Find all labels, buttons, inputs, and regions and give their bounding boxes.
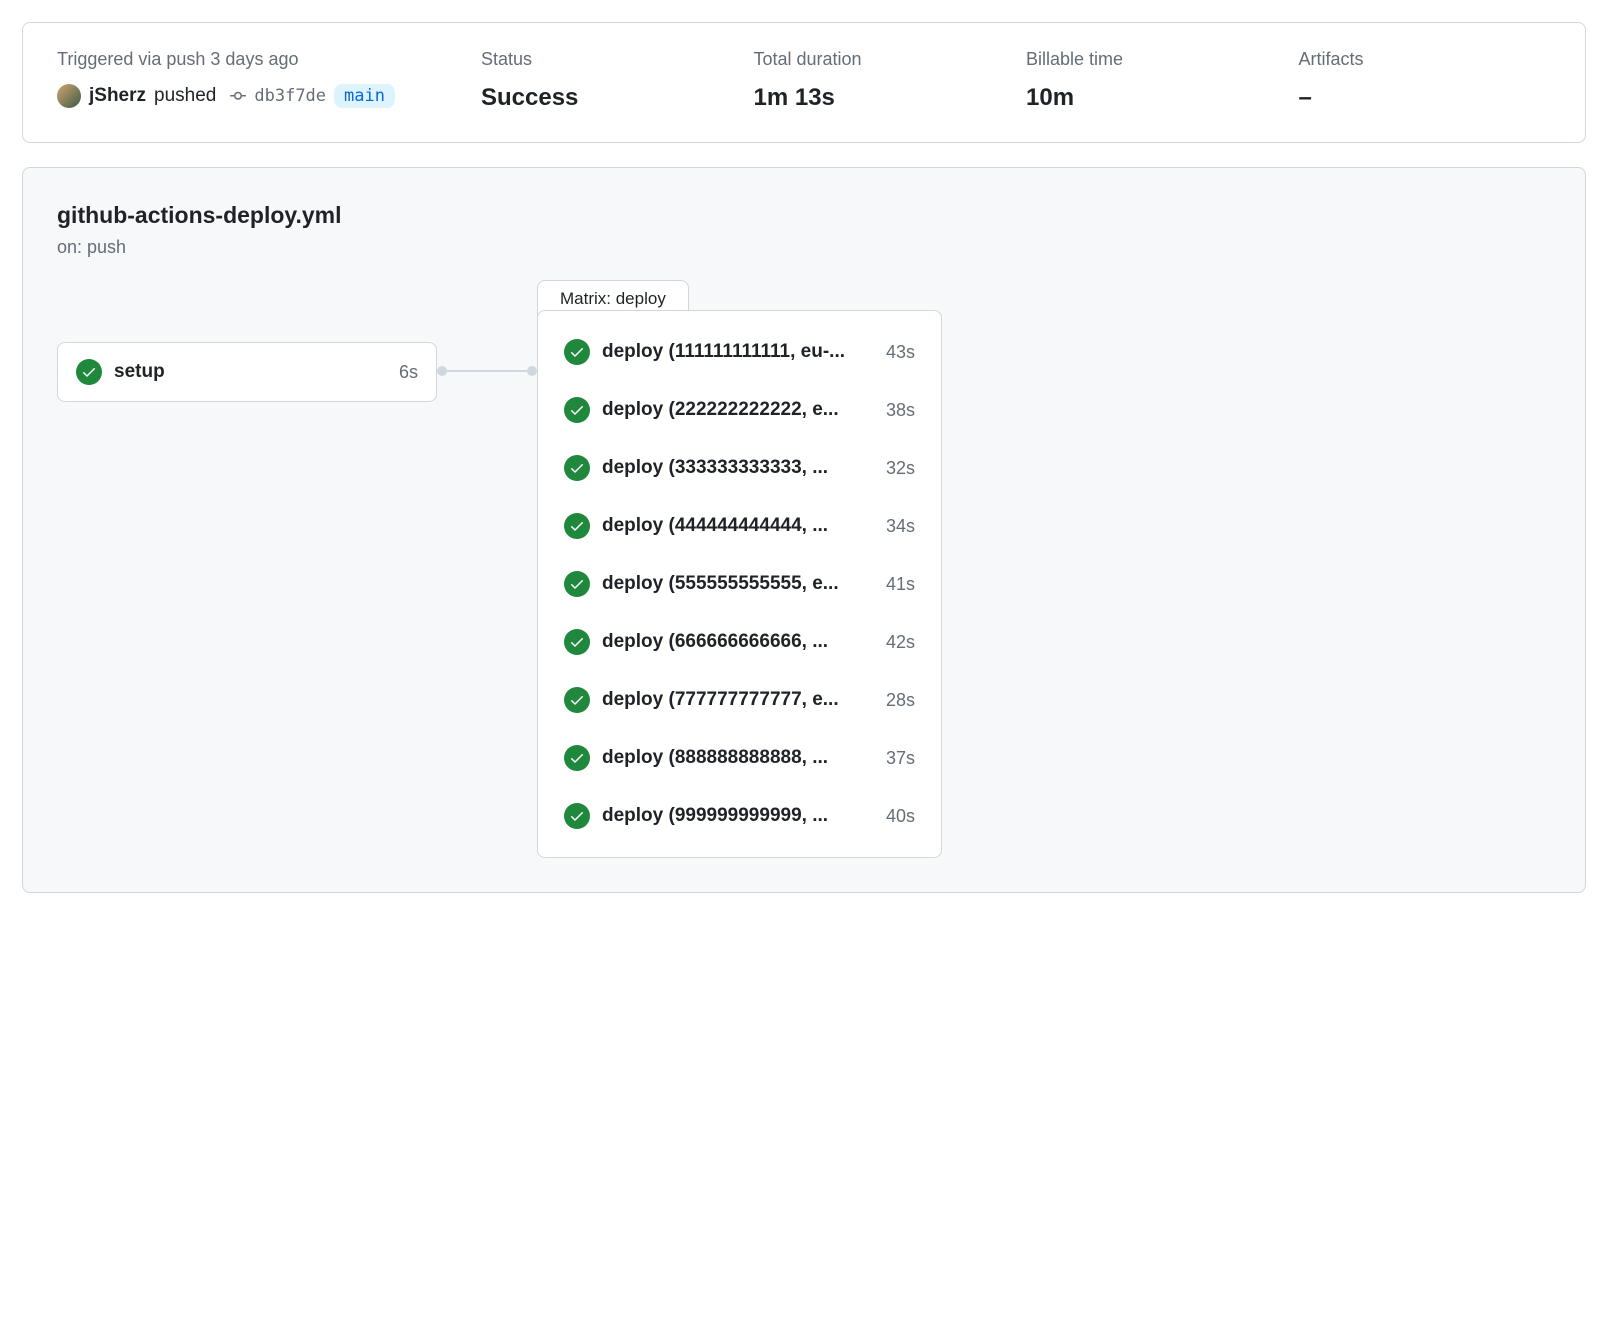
trigger-info: Triggered via push 3 days ago jSherz pus… [57, 49, 461, 112]
job-duration: 6s [399, 362, 418, 383]
check-icon [564, 455, 590, 481]
matrix-job-name: deploy (555555555555, e... [602, 573, 874, 595]
trigger-label: Triggered via push 3 days ago [57, 49, 461, 70]
duration-label: Total duration [754, 49, 1007, 70]
matrix-job-name: deploy (444444444444, ... [602, 515, 874, 537]
matrix-job-name: deploy (777777777777, e... [602, 689, 874, 711]
artifacts-label: Artifacts [1299, 49, 1552, 70]
check-icon [76, 359, 102, 385]
check-icon [564, 397, 590, 423]
matrix-job-row[interactable]: deploy (666666666666, ... 42s [564, 629, 915, 655]
duration-value[interactable]: 1m 13s [754, 84, 1007, 112]
matrix-job-duration: 32s [886, 458, 915, 479]
run-summary-card: Triggered via push 3 days ago jSherz pus… [22, 22, 1586, 143]
matrix-job-name: deploy (111111111111, eu-... [602, 341, 874, 363]
check-icon [564, 745, 590, 771]
matrix-job-name: deploy (999999999999, ... [602, 805, 874, 827]
commit-sha[interactable]: db3f7de [254, 86, 326, 106]
job-card-setup[interactable]: setup 6s [57, 342, 437, 402]
status-value: Success [481, 84, 734, 112]
billable-label: Billable time [1026, 49, 1279, 70]
check-icon [564, 571, 590, 597]
matrix-job-row[interactable]: deploy (444444444444, ... 34s [564, 513, 915, 539]
commit-icon [230, 88, 246, 104]
matrix-job-row[interactable]: deploy (111111111111, eu-... 43s [564, 339, 915, 365]
connector-dot [527, 366, 537, 376]
branch-pill[interactable]: main [334, 84, 395, 108]
matrix-job-row[interactable]: deploy (777777777777, e... 28s [564, 687, 915, 713]
connector-dot [437, 366, 447, 376]
check-icon [564, 687, 590, 713]
workflow-filename[interactable]: github-actions-deploy.yml [57, 202, 1551, 229]
matrix-job-name: deploy (333333333333, ... [602, 457, 874, 479]
duration-col: Total duration 1m 13s [754, 49, 1007, 112]
graph-connector [437, 366, 537, 376]
workflow-trigger: on: push [57, 237, 1551, 258]
billable-value[interactable]: 10m [1026, 84, 1279, 112]
matrix-job-duration: 37s [886, 748, 915, 769]
check-icon [564, 629, 590, 655]
matrix-group: Matrix: deploy deploy (111111111111, eu-… [537, 310, 942, 858]
graph-area: setup 6s Matrix: deploy deploy (11111111… [57, 310, 1551, 858]
matrix-job-duration: 28s [886, 690, 915, 711]
matrix-job-duration: 42s [886, 632, 915, 653]
workflow-graph-panel: github-actions-deploy.yml on: push setup… [22, 167, 1586, 893]
matrix-job-duration: 43s [886, 342, 915, 363]
connector-line [447, 370, 527, 372]
matrix-job-row[interactable]: deploy (888888888888, ... 37s [564, 745, 915, 771]
matrix-job-row[interactable]: deploy (999999999999, ... 40s [564, 803, 915, 829]
billable-col: Billable time 10m [1026, 49, 1279, 112]
status-col: Status Success [481, 49, 734, 112]
matrix-job-row[interactable]: deploy (333333333333, ... 32s [564, 455, 915, 481]
check-icon [564, 513, 590, 539]
action-text: pushed [154, 85, 216, 107]
matrix-card: deploy (111111111111, eu-... 43s deploy (2… [537, 310, 942, 858]
matrix-job-duration: 34s [886, 516, 915, 537]
matrix-job-duration: 40s [886, 806, 915, 827]
check-icon [564, 803, 590, 829]
matrix-job-row[interactable]: deploy (222222222222, e... 38s [564, 397, 915, 423]
matrix-job-name: deploy (222222222222, e... [602, 399, 874, 421]
status-label: Status [481, 49, 734, 70]
matrix-job-duration: 38s [886, 400, 915, 421]
artifacts-value: – [1299, 84, 1552, 112]
avatar[interactable] [57, 84, 81, 108]
matrix-job-name: deploy (888888888888, ... [602, 747, 874, 769]
artifacts-col: Artifacts – [1299, 49, 1552, 112]
check-icon [564, 339, 590, 365]
matrix-job-name: deploy (666666666666, ... [602, 631, 874, 653]
trigger-detail: jSherz pushed db3f7de main [57, 84, 461, 108]
matrix-job-row[interactable]: deploy (555555555555, e... 41s [564, 571, 915, 597]
matrix-job-duration: 41s [886, 574, 915, 595]
username-link[interactable]: jSherz [89, 85, 146, 107]
job-name: setup [114, 361, 387, 383]
